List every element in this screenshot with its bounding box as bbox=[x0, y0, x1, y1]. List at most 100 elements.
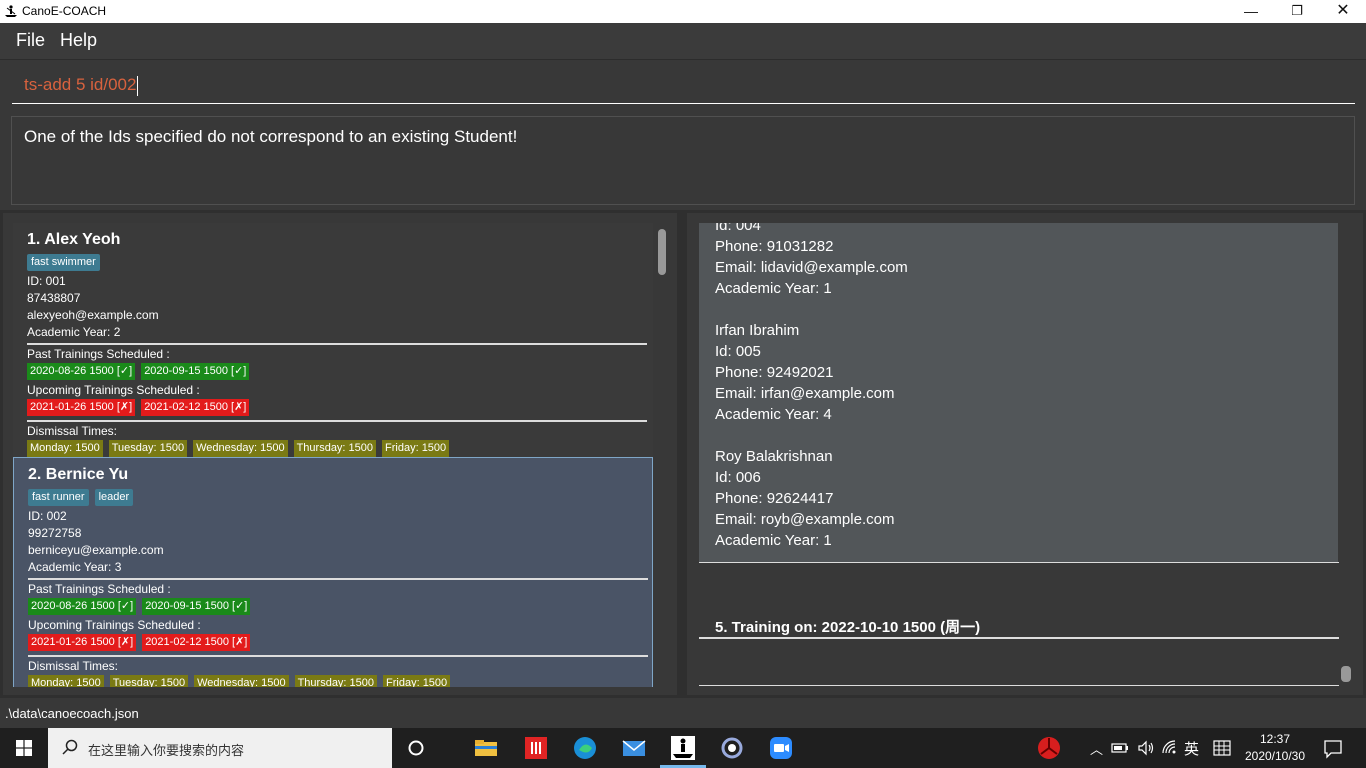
canoe-coach-taskbar-icon[interactable] bbox=[669, 734, 697, 762]
divider bbox=[27, 420, 647, 422]
keyboard-icon[interactable] bbox=[1212, 738, 1232, 758]
divider bbox=[699, 562, 1339, 563]
dismissal-badge: Friday: 1500 bbox=[383, 675, 451, 687]
command-text: ts-add 5 id/002 bbox=[24, 75, 137, 94]
upcoming-training-badge: 2021-02-12 1500 [✗] bbox=[142, 634, 251, 651]
tag: fast swimmer bbox=[27, 254, 100, 271]
attendee-name: Irfan Ibrahim bbox=[715, 322, 800, 339]
system-clock[interactable]: 12:37 2020/10/30 bbox=[1238, 731, 1312, 765]
past-training-badge: 2020-09-15 1500 [✓] bbox=[142, 598, 251, 615]
minimize-button[interactable]: — bbox=[1228, 0, 1274, 23]
student-name: 1. Alex Yeoh bbox=[27, 231, 121, 248]
search-icon bbox=[62, 739, 78, 755]
scrollbar-thumb[interactable] bbox=[658, 229, 666, 275]
wifi-icon[interactable] bbox=[1160, 738, 1180, 758]
clock-time: 12:37 bbox=[1259, 732, 1291, 746]
training-list-scrollbar[interactable] bbox=[1341, 666, 1351, 682]
office-app-icon[interactable] bbox=[522, 734, 550, 762]
command-input[interactable]: ts-add 5 id/002 bbox=[12, 66, 1355, 104]
student-email: berniceyu@example.com bbox=[28, 543, 164, 557]
result-message: One of the Ids specified do not correspo… bbox=[24, 127, 518, 146]
canoe-app-icon bbox=[4, 4, 18, 18]
chevron-up-icon[interactable]: ︿ bbox=[1090, 739, 1103, 768]
upcoming-trainings-label: Upcoming Trainings Scheduled : bbox=[28, 618, 201, 632]
past-trainings-label: Past Trainings Scheduled : bbox=[28, 582, 171, 596]
student-phone: 87438807 bbox=[27, 291, 81, 305]
training-attendees: Id: 004 Phone: 91031282 Email: lidavid@e… bbox=[699, 223, 1338, 562]
data-file-path: .\data\canoecoach.json bbox=[5, 706, 139, 721]
attendee-id: Id: 005 bbox=[715, 343, 761, 360]
battery-icon[interactable] bbox=[1110, 738, 1130, 758]
menu-file[interactable]: File bbox=[16, 30, 45, 51]
student-year: Academic Year: 2 bbox=[27, 325, 121, 339]
student-list-panel: 1. Alex Yeoh fast swimmer ID: 001 874388… bbox=[3, 213, 677, 695]
text-caret bbox=[137, 75, 139, 96]
dismissal-badge: Friday: 1500 bbox=[382, 440, 450, 457]
student-card[interactable]: 1. Alex Yeoh fast swimmer ID: 001 874388… bbox=[13, 223, 653, 459]
student-tags: fast swimmer bbox=[27, 254, 639, 273]
pane-divider[interactable] bbox=[679, 210, 685, 698]
attendee-phone: Phone: 91031282 bbox=[715, 238, 834, 255]
attendee-email: Email: royb@example.com bbox=[715, 511, 895, 528]
file-explorer-icon[interactable] bbox=[472, 734, 500, 762]
start-button[interactable] bbox=[0, 728, 48, 768]
dismissal-badge: Wednesday: 1500 bbox=[194, 675, 289, 687]
window-title-bar: CanoE-COACH — ❐ ✕ bbox=[0, 0, 1366, 23]
cortana-icon[interactable] bbox=[402, 734, 430, 762]
attendee-year: Academic Year: 4 bbox=[715, 406, 832, 423]
training-title: 5. Training on: 2022-10-10 1500 (周一) bbox=[715, 619, 981, 636]
dismissal-badge: Thursday: 1500 bbox=[293, 440, 377, 457]
tag: leader bbox=[94, 489, 134, 506]
edge-browser-icon[interactable] bbox=[571, 734, 599, 762]
student-list-scrollbar[interactable] bbox=[656, 226, 667, 692]
command-box: ts-add 5 id/002 bbox=[0, 59, 1366, 111]
taskbar-search[interactable]: 在这里输入你要搜索的内容 bbox=[48, 728, 392, 768]
upcoming-trainings-label: Upcoming Trainings Scheduled : bbox=[27, 383, 200, 397]
volume-icon[interactable] bbox=[1136, 738, 1156, 758]
attendee-phone: Phone: 92492021 bbox=[715, 364, 834, 381]
ime-indicator[interactable]: 英 bbox=[1184, 738, 1199, 768]
dismissal-label: Dismissal Times: bbox=[27, 424, 118, 438]
student-tags: fast runner leader bbox=[28, 489, 638, 508]
antivirus-tray-icon[interactable] bbox=[1035, 734, 1063, 762]
past-trainings: 2020-08-26 1500 [✓] 2020-09-15 1500 [✓] bbox=[28, 598, 638, 617]
status-bar: .\data\canoecoach.json bbox=[0, 698, 1366, 728]
upcoming-training-badge: 2021-01-26 1500 [✗] bbox=[28, 634, 137, 651]
past-training-badge: 2020-08-26 1500 [✓] bbox=[28, 598, 137, 615]
attendee-name: Roy Balakrishnan bbox=[715, 448, 833, 465]
attendee-id: Id: 006 bbox=[715, 469, 761, 486]
search-app-icon[interactable] bbox=[718, 734, 746, 762]
divider bbox=[27, 343, 647, 345]
dismissal-badge: Tuesday: 1500 bbox=[109, 675, 189, 687]
attendee-email: Email: lidavid@example.com bbox=[715, 259, 908, 276]
dismissal-badge: Monday: 1500 bbox=[27, 440, 103, 457]
close-button[interactable]: ✕ bbox=[1320, 0, 1366, 23]
past-trainings-label: Past Trainings Scheduled : bbox=[27, 347, 170, 361]
windows-icon bbox=[16, 740, 32, 756]
dismissal-label: Dismissal Times: bbox=[28, 659, 119, 673]
dismissal-badge: Wednesday: 1500 bbox=[193, 440, 288, 457]
past-trainings: 2020-08-26 1500 [✓] 2020-09-15 1500 [✓] bbox=[27, 363, 639, 382]
student-list[interactable]: 1. Alex Yeoh fast swimmer ID: 001 874388… bbox=[13, 223, 653, 687]
past-training-badge: 2020-08-26 1500 [✓] bbox=[27, 363, 136, 380]
result-display: One of the Ids specified do not correspo… bbox=[11, 116, 1355, 205]
zoom-icon[interactable] bbox=[767, 734, 795, 762]
attendee-year: Academic Year: 1 bbox=[715, 280, 832, 297]
upcoming-training-badge: 2021-02-12 1500 [✗] bbox=[141, 399, 250, 416]
mail-icon[interactable] bbox=[620, 734, 648, 762]
split-pane: 1. Alex Yeoh fast swimmer ID: 001 874388… bbox=[0, 210, 1366, 698]
restore-button[interactable]: ❐ bbox=[1274, 0, 1320, 23]
tag: fast runner bbox=[28, 489, 89, 506]
attendee-phone: Phone: 92624417 bbox=[715, 490, 834, 507]
upcoming-trainings: 2021-01-26 1500 [✗] 2021-02-12 1500 [✗] bbox=[27, 399, 639, 418]
student-email: alexyeoh@example.com bbox=[27, 308, 159, 322]
menu-help[interactable]: Help bbox=[60, 30, 97, 51]
windows-taskbar: 在这里输入你要搜索的内容 ︿ 英 12:37 2020/10/30 bbox=[0, 728, 1366, 768]
notification-icon[interactable] bbox=[1322, 738, 1344, 760]
student-card-selected[interactable]: 2. Bernice Yu fast runner leader ID: 002 … bbox=[13, 457, 653, 687]
student-id: ID: 001 bbox=[27, 274, 66, 288]
divider bbox=[28, 655, 648, 657]
student-id: ID: 002 bbox=[28, 509, 67, 523]
dismissal-times: Monday: 1500 Tuesday: 1500 Wednesday: 1500… bbox=[28, 675, 638, 687]
dismissal-badge: Tuesday: 1500 bbox=[108, 440, 188, 457]
